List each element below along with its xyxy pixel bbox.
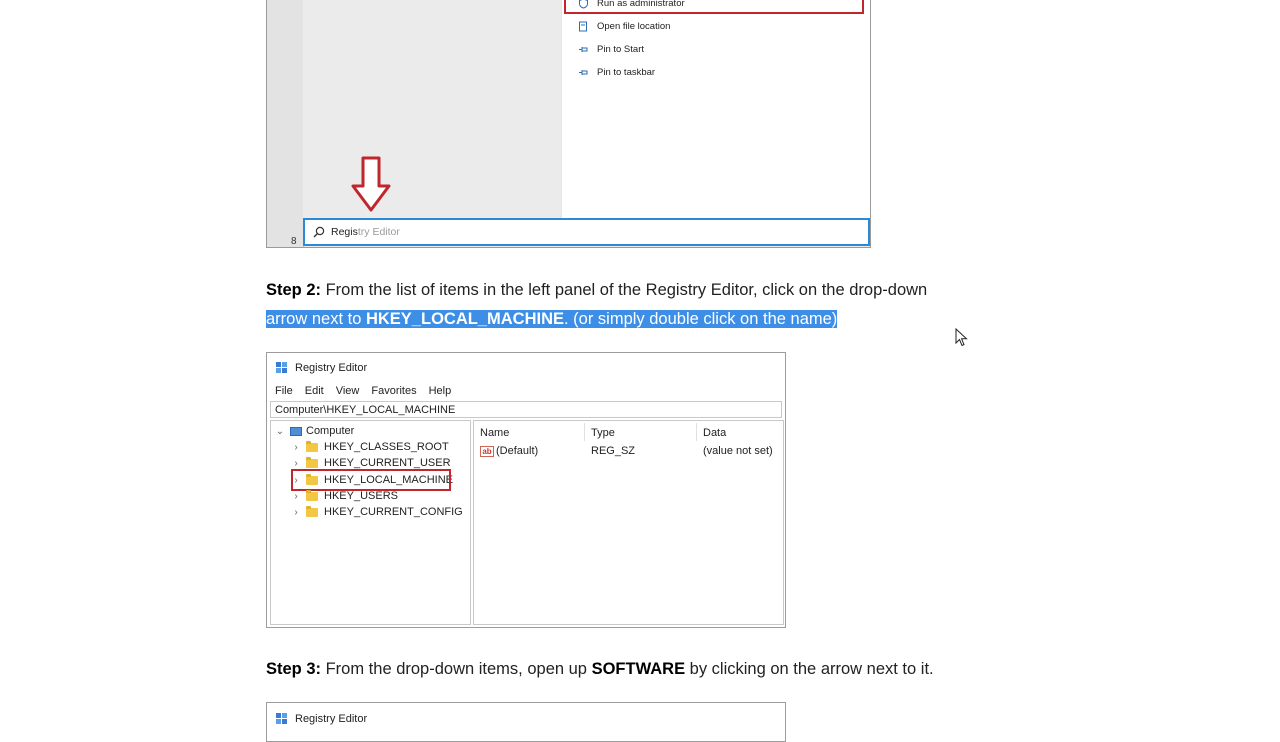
pin-icon	[576, 42, 590, 56]
registry-address-bar[interactable]: Computer\HKEY_LOCAL_MACHINE	[270, 401, 782, 418]
start-results-pane	[303, 0, 561, 218]
step-2-text: arrow next to	[266, 310, 366, 328]
column-header-type[interactable]: Type	[591, 427, 615, 439]
start-menu-screenshot: 8 Run as administrator Open file locatio…	[266, 0, 871, 248]
step-3-text: From the drop-down items, open up	[321, 660, 592, 678]
shield-icon	[576, 0, 590, 10]
menu-help[interactable]: Help	[429, 385, 452, 397]
registry-values-pane: Name Type Data ab (Default) REG_SZ (value…	[473, 420, 784, 625]
chevron-right-icon[interactable]: ›	[291, 458, 301, 469]
folder-icon	[306, 456, 318, 468]
menu-file[interactable]: File	[275, 385, 293, 397]
context-item-label: Run as administrator	[597, 0, 685, 9]
value-type: REG_SZ	[591, 445, 636, 457]
registry-title-bar: Registry Editor	[275, 712, 367, 726]
column-header-data[interactable]: Data	[703, 427, 726, 439]
step-3-label: Step 3:	[266, 660, 322, 678]
folder-icon	[576, 19, 590, 33]
address-text: Computer\HKEY_LOCAL_MACHINE	[275, 403, 456, 416]
tree-row-hkey-classes-root[interactable]: › HKEY_CLASSES_ROOT	[291, 439, 449, 455]
context-item-label: Pin to taskbar	[597, 66, 656, 78]
value-name-cell: ab (Default)	[480, 445, 538, 457]
registry-editor-icon	[275, 361, 289, 375]
registry-title-bar: Registry Editor	[275, 361, 367, 375]
tree-label: HKEY_USERS	[324, 490, 398, 502]
context-item-label: Open file location	[597, 20, 671, 32]
search-suggestion-text: try Editor	[357, 226, 400, 238]
registry-editor-icon	[275, 712, 289, 726]
folder-icon	[306, 505, 318, 517]
tree-label: HKEY_CURRENT_CONFIG	[324, 506, 463, 518]
strip-text: 8	[291, 236, 297, 247]
step-3-text: by clicking on the arrow next to it.	[685, 660, 934, 678]
step-2-text: . (or simply double click on the name)	[564, 310, 838, 328]
value-name: (Default)	[496, 445, 539, 457]
step-3-paragraph: Step 3: From the drop-down items, open u…	[266, 655, 1026, 684]
chevron-right-icon[interactable]: ›	[291, 442, 301, 453]
string-value-icon: ab	[480, 445, 494, 457]
chevron-right-icon[interactable]: ›	[291, 507, 301, 518]
step-2-label: Step 2:	[266, 281, 322, 299]
down-arrow-icon	[351, 156, 391, 217]
tree-label: Computer	[306, 425, 355, 437]
pin-icon	[576, 65, 590, 79]
mouse-cursor-icon	[955, 327, 969, 353]
selected-text: arrow next to HKEY_LOCAL_MACHINE. (or si…	[266, 310, 838, 328]
context-item-label: Pin to Start	[597, 43, 644, 55]
step-2-line-2: arrow next to HKEY_LOCAL_MACHINE. (or si…	[266, 305, 1026, 334]
registry-title: Registry Editor	[295, 362, 368, 374]
step-2-line-1: Step 2: From the list of items in the le…	[266, 276, 1026, 305]
tree-label: HKEY_CLASSES_ROOT	[324, 441, 449, 453]
registry-editor-screenshot-2: Registry Editor	[266, 702, 786, 742]
context-item-pin-to-taskbar[interactable]: Pin to taskbar	[576, 62, 655, 82]
menu-view[interactable]: View	[336, 385, 360, 397]
tree-row-hkey-current-config[interactable]: › HKEY_CURRENT_CONFIG	[291, 504, 463, 520]
menu-favorites[interactable]: Favorites	[371, 385, 416, 397]
folder-icon	[306, 440, 318, 452]
tree-row-computer[interactable]: ⌄ Computer	[275, 423, 355, 439]
software-bold: SOFTWARE	[591, 660, 686, 678]
registry-title: Registry Editor	[295, 713, 368, 725]
column-header-name[interactable]: Name	[480, 427, 509, 439]
context-item-run-as-administrator[interactable]: Run as administrator	[576, 0, 685, 13]
search-typed-text: Regis	[331, 226, 358, 238]
column-separator	[696, 423, 697, 441]
chevron-down-icon[interactable]: ⌄	[275, 426, 285, 437]
value-data: (value not set)	[703, 445, 773, 457]
start-menu-left-strip	[267, 0, 304, 247]
context-menu-pane: Run as administrator Open file location …	[561, 0, 870, 218]
registry-tree-pane: ⌄ Computer › HKEY_CLASSES_ROOT › HKEY_CU…	[270, 420, 471, 625]
folder-icon	[306, 489, 318, 501]
menu-edit[interactable]: Edit	[305, 385, 324, 397]
step-2-paragraph: Step 2: From the list of items in the le…	[266, 276, 1026, 334]
registry-editor-screenshot: Registry Editor File Edit View Favorites…	[266, 352, 786, 628]
computer-icon	[290, 426, 302, 436]
search-icon	[313, 226, 325, 238]
hklm-bold: HKEY_LOCAL_MACHINE	[365, 310, 564, 328]
context-item-open-file-location[interactable]: Open file location	[576, 16, 670, 36]
start-search-box[interactable]: Regis try Editor	[303, 218, 870, 246]
context-item-pin-to-start[interactable]: Pin to Start	[576, 39, 644, 59]
tree-label: HKEY_CURRENT_USER	[324, 457, 451, 469]
tree-row-hkey-users[interactable]: › HKEY_USERS	[291, 488, 398, 504]
registry-menu-bar: File Edit View Favorites Help	[275, 385, 451, 397]
column-separator	[584, 423, 585, 441]
step-2-text: From the list of items in the left panel…	[321, 281, 928, 299]
chevron-right-icon[interactable]: ›	[291, 491, 301, 502]
